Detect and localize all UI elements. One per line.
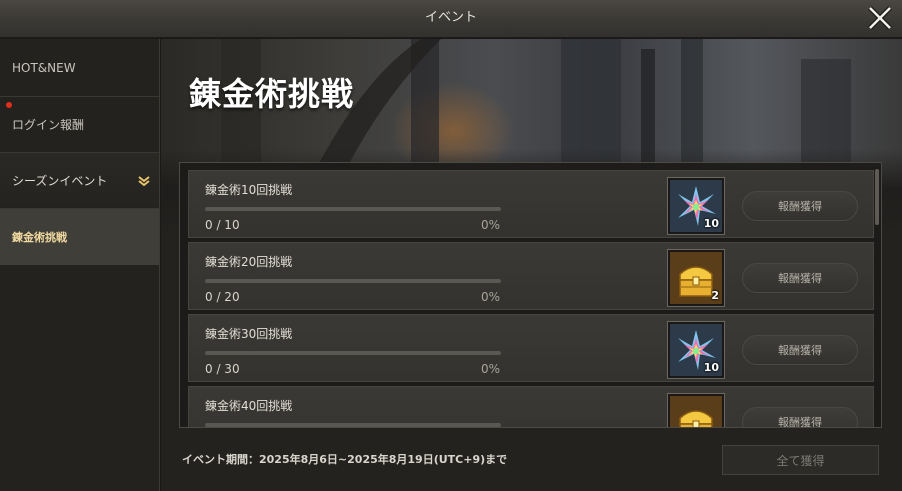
- reward-quantity: 10: [703, 361, 719, 374]
- sidebar-item-login-reward[interactable]: ログイン報酬: [0, 97, 159, 153]
- progress-percent: 0%: [481, 290, 501, 304]
- window-title: イベント: [424, 10, 477, 25]
- event-title: 錬金術挑戦: [189, 75, 355, 113]
- mission-list[interactable]: 錬金術10回挑戦 0 / 10 0% 10 報酬獲得 錬金術20回挑戦 0 / …: [179, 162, 882, 428]
- gold-chest-icon: [670, 396, 722, 427]
- scrollbar[interactable]: [875, 169, 879, 225]
- chevron-down-icon: [138, 176, 150, 187]
- mission-name: 錬金術30回挑戦: [205, 327, 293, 341]
- event-panel: 錬金術挑戦 錬金術10回挑戦 0 / 10 0% 10 報酬獲得 錬金術20回挑…: [161, 39, 902, 491]
- mission-row: 錬金術30回挑戦 0 / 30 0% 10 報酬獲得: [188, 314, 874, 382]
- claim-reward-button[interactable]: 報酬獲得: [742, 407, 858, 427]
- mission-name: 錬金術40回挑戦: [205, 399, 293, 413]
- progress-percent: 0%: [481, 218, 501, 232]
- reward-slot[interactable]: 10: [667, 321, 725, 379]
- progress-count: 0 / 10: [205, 218, 240, 232]
- mission-name: 錬金術20回挑戦: [205, 255, 293, 269]
- progress-percent: 0%: [481, 362, 501, 376]
- sidebar: HOT&NEW ログイン報酬 シーズンイベント 錬金術挑戦: [0, 39, 160, 491]
- mission-row: 錬金術40回挑戦 報酬獲得: [188, 386, 874, 427]
- claim-reward-button[interactable]: 報酬獲得: [742, 263, 858, 293]
- sidebar-item-label: シーズンイベント: [12, 174, 108, 188]
- sidebar-item-label: 錬金術挑戦: [12, 231, 67, 244]
- progress-count: 0 / 30: [205, 362, 240, 376]
- mission-name: 錬金術10回挑戦: [205, 183, 293, 197]
- sidebar-item-season-event[interactable]: シーズンイベント: [0, 153, 159, 209]
- reward-slot[interactable]: 10: [667, 177, 725, 235]
- claim-reward-button[interactable]: 報酬獲得: [742, 335, 858, 365]
- sidebar-item-label: ログイン報酬: [12, 118, 85, 132]
- progress-bar: [205, 351, 501, 355]
- notification-dot: [6, 102, 12, 108]
- sidebar-item-label: HOT&NEW: [12, 60, 76, 75]
- mission-row: 錬金術20回挑戦 0 / 20 0% 2 報酬獲得: [188, 242, 874, 310]
- close-icon: [868, 6, 892, 30]
- progress-count: 0 / 20: [205, 290, 240, 304]
- progress-bar: [205, 207, 501, 211]
- reward-slot[interactable]: [667, 393, 725, 427]
- progress-bar: [205, 423, 501, 427]
- reward-slot[interactable]: 2: [667, 249, 725, 307]
- claim-reward-button[interactable]: 報酬獲得: [742, 191, 858, 221]
- progress-bar: [205, 279, 501, 283]
- reward-quantity: 10: [703, 217, 719, 230]
- sidebar-item-hot-new[interactable]: HOT&NEW: [0, 39, 159, 97]
- mission-row: 錬金術10回挑戦 0 / 10 0% 10 報酬獲得: [188, 170, 874, 238]
- title-bar: イベント: [0, 0, 902, 38]
- event-period: イベント期間：2025年8月6日~2025年8月19日(UTC+9)まで: [182, 453, 508, 466]
- sidebar-item-alchemy-challenge[interactable]: 錬金術挑戦: [0, 209, 159, 265]
- claim-all-button[interactable]: 全て獲得: [722, 445, 879, 475]
- close-button[interactable]: [866, 4, 894, 32]
- reward-quantity: 2: [711, 289, 719, 302]
